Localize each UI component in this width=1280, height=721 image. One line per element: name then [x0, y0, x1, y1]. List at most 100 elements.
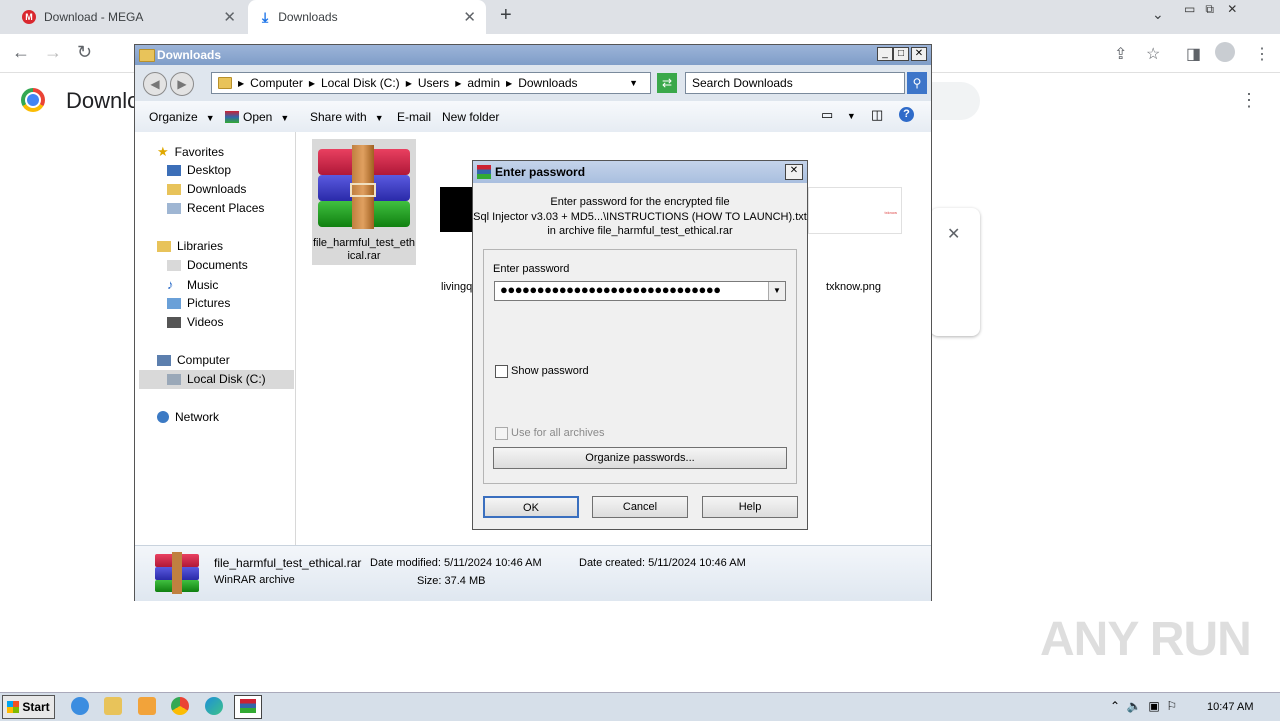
- email-button[interactable]: E-mail: [397, 110, 431, 124]
- breadcrumb-item[interactable]: Computer: [250, 76, 303, 90]
- png-thumbnail[interactable]: txknow: [808, 187, 902, 234]
- details-pane: file_harmful_test_ethical.rar WinRAR arc…: [135, 545, 931, 601]
- password-field[interactable]: ●●●●●●●●●●●●●●●●●●●●●●●●●●●●●● ▼: [494, 281, 786, 301]
- chevron-down-icon[interactable]: ▼: [629, 78, 638, 88]
- close-icon[interactable]: ✕: [463, 8, 476, 26]
- close-icon[interactable]: ✕: [223, 8, 236, 26]
- download-icon: ⤓: [262, 8, 269, 25]
- refresh-icon[interactable]: ⇄: [657, 73, 677, 93]
- search-input[interactable]: Search Downloads: [685, 72, 905, 94]
- password-value: ●●●●●●●●●●●●●●●●●●●●●●●●●●●●●●: [500, 282, 721, 297]
- more-options-icon[interactable]: ⋮: [1240, 90, 1258, 111]
- organize-passwords-button[interactable]: Organize passwords...: [493, 447, 787, 469]
- winrar-taskbar-button[interactable]: [234, 695, 262, 719]
- nav-music[interactable]: ♪ Music: [167, 277, 218, 292]
- tray-icons[interactable]: ⌃ 🔈 ▣ ⚐: [1110, 699, 1177, 713]
- bookmark-star-icon[interactable]: ☆: [1146, 44, 1160, 64]
- sidepanel-icon[interactable]: ◨: [1186, 44, 1201, 64]
- search-icon[interactable]: ⚲: [907, 72, 927, 94]
- edge-icon[interactable]: [205, 697, 223, 715]
- file-name[interactable]: txknow.png: [826, 281, 881, 293]
- forward-button[interactable]: ▶: [170, 72, 194, 96]
- new-folder-button[interactable]: New folder: [442, 110, 499, 124]
- ie-icon[interactable]: [71, 697, 89, 715]
- nav-documents[interactable]: Documents: [167, 258, 248, 272]
- clock[interactable]: 10:47 AM: [1207, 701, 1253, 713]
- show-password-checkbox[interactable]: [495, 365, 508, 378]
- media-player-icon[interactable]: [138, 697, 156, 715]
- chevron-down-icon[interactable]: ▼: [768, 282, 785, 300]
- back-button[interactable]: ◀: [143, 72, 167, 96]
- detail-type: WinRAR archive: [214, 574, 295, 586]
- window-controls[interactable]: ▭ ⧉ ✕: [1184, 2, 1237, 17]
- forward-icon[interactable]: →: [44, 42, 62, 63]
- breadcrumb-item[interactable]: Local Disk (C:): [321, 76, 400, 90]
- breadcrumb-item[interactable]: admin: [467, 76, 500, 90]
- views-icon[interactable]: ▭ ▼: [821, 107, 856, 123]
- help-icon[interactable]: ?: [899, 107, 914, 122]
- use-for-all-label: Use for all archives: [511, 427, 605, 439]
- breadcrumb-item[interactable]: Downloads: [518, 76, 577, 90]
- recent-places-icon: [167, 202, 181, 214]
- tab-search-icon[interactable]: ⌄: [1152, 6, 1164, 23]
- nav-computer[interactable]: Computer: [157, 353, 230, 367]
- detail-filename: file_harmful_test_ethical.rar: [214, 556, 362, 570]
- share-with-button[interactable]: Share with ▼: [310, 110, 384, 124]
- nav-pictures[interactable]: Pictures: [167, 296, 230, 310]
- tab-mega[interactable]: M Download - MEGA ✕: [8, 0, 246, 34]
- profile-avatar[interactable]: [1215, 42, 1235, 62]
- close-icon[interactable]: ✕: [947, 224, 960, 244]
- show-password-label[interactable]: Show password: [511, 365, 589, 377]
- minimize-button[interactable]: _: [877, 47, 893, 61]
- cancel-button[interactable]: Cancel: [592, 496, 688, 518]
- watermark: ANY RUN: [1040, 613, 1252, 666]
- file-name[interactable]: livingq: [441, 281, 472, 293]
- navigation-pane: ★ Favorites Desktop Downloads Recent Plac…: [135, 132, 296, 545]
- menu-icon[interactable]: ⋮: [1254, 44, 1270, 64]
- breadcrumb[interactable]: ▶ Computer ▶ Local Disk (C:) ▶ Users ▶ admi…: [211, 72, 651, 94]
- back-icon[interactable]: ←: [12, 42, 30, 63]
- preview-pane-icon[interactable]: ◫: [871, 107, 883, 123]
- nav-desktop[interactable]: Desktop: [167, 163, 231, 177]
- share-icon[interactable]: ⇪: [1114, 44, 1127, 64]
- computer-icon: [157, 354, 171, 366]
- new-tab-button[interactable]: +: [500, 4, 512, 27]
- pictures-icon: [167, 297, 181, 309]
- desktop-icon: [167, 164, 181, 176]
- help-button[interactable]: Help: [702, 496, 798, 518]
- detail-size: Size: 37.4 MB: [417, 575, 486, 587]
- file-item-rar[interactable]: file_harmful_test_ethical.rar: [312, 139, 416, 265]
- nav-network[interactable]: Network: [157, 410, 219, 424]
- command-bar: Organize ▼ Open ▼ Share with ▼ E-mail New f…: [135, 101, 931, 133]
- file-thumbnail[interactable]: [440, 187, 474, 232]
- tab-downloads[interactable]: ⤓ Downloads ✕: [248, 0, 486, 34]
- ok-button[interactable]: OK: [483, 496, 579, 518]
- winrar-icon: [477, 165, 491, 179]
- open-button[interactable]: Open ▼: [225, 110, 289, 124]
- nav-downloads[interactable]: Downloads: [167, 182, 246, 196]
- folder-icon: [218, 77, 232, 89]
- organize-button[interactable]: Organize ▼: [149, 110, 215, 124]
- winrar-icon: [225, 111, 239, 123]
- nav-recent-places[interactable]: Recent Places: [167, 201, 264, 215]
- close-button[interactable]: ✕: [785, 164, 803, 180]
- reload-icon[interactable]: ↻: [77, 42, 92, 63]
- nav-favorites[interactable]: ★ Favorites: [157, 144, 224, 160]
- explorer-icon[interactable]: [104, 697, 122, 715]
- star-icon: ★: [157, 144, 169, 159]
- nav-local-disk[interactable]: Local Disk (C:): [167, 372, 266, 386]
- network-icon: [157, 411, 169, 423]
- nav-videos[interactable]: Videos: [167, 315, 223, 329]
- chrome-logo-icon: [21, 88, 45, 112]
- maximize-button[interactable]: □: [893, 47, 909, 61]
- use-for-all-checkbox[interactable]: [495, 427, 508, 440]
- close-button[interactable]: ✕: [911, 47, 927, 61]
- downloads-folder-icon: [167, 183, 181, 195]
- start-button[interactable]: Start: [2, 695, 55, 719]
- drive-icon: [167, 373, 181, 385]
- detail-date-modified: Date modified: 5/11/2024 10:46 AM: [370, 557, 542, 569]
- nav-libraries[interactable]: Libraries: [157, 239, 223, 253]
- breadcrumb-item[interactable]: Users: [418, 76, 449, 90]
- chrome-icon[interactable]: [171, 697, 189, 715]
- taskbar: [0, 692, 1280, 721]
